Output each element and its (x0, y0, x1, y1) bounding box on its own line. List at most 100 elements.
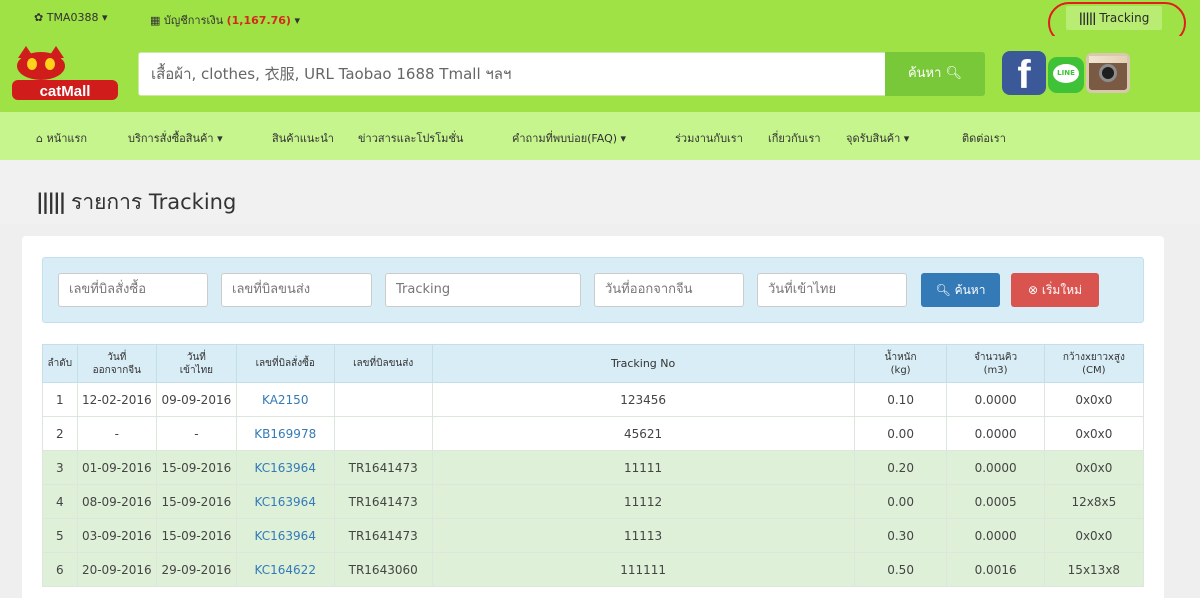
cell-leave-china: 12-02-2016 (76, 382, 158, 417)
site-header: catMall ค้นหา 🔍︎ f LINE (0, 36, 1200, 112)
leave-china-date-input[interactable]: วันที่ออกจากจีน (594, 273, 744, 307)
cell-arrive-thai: 09-09-2016 (156, 382, 237, 417)
cell-arrive-thai: 29-09-2016 (156, 552, 237, 587)
wallet-label: บัญชีการเงิน (163, 14, 224, 27)
order-link[interactable]: KC163964 (255, 529, 316, 543)
cell-weight: 0.50 (853, 552, 948, 587)
cell-weight: 0.00 (853, 416, 948, 451)
barcode-icon: ||||| (36, 190, 66, 214)
nav-item-contact[interactable]: ติดต่อเรา (962, 129, 1006, 147)
cell-shipping-no: TR1641473 (333, 450, 433, 485)
table-row: 4 08-09-2016 15-09-2016 KC163964 TR16414… (42, 484, 1145, 519)
nav-item-careers[interactable]: ร่วมงานกับเรา (675, 129, 743, 147)
col-header-leave-china[interactable]: วันที่ ออกจากจีน (76, 344, 158, 383)
table-row: 6 20-09-2016 29-09-2016 KC164622 TR16430… (42, 552, 1145, 587)
arrive-thai-date-input[interactable]: วันที่เข้าไทย (757, 273, 907, 307)
table-header-row: ลำดับ วันที่ ออกจากจีน วันที่ เข้าไทย เลขท… (42, 344, 1145, 383)
cell-tracking-no: 111111 (431, 552, 855, 587)
cell-dims: 0x0x0 (1043, 518, 1145, 553)
cell-seq: 1 (42, 382, 78, 417)
col-header-seq[interactable]: ลำดับ (42, 344, 78, 383)
order-link[interactable]: KC163964 (255, 461, 316, 475)
cell-leave-china: 01-09-2016 (76, 450, 158, 485)
cell-order-no: KC164622 (235, 552, 335, 587)
col-header-shipping-no[interactable]: เลขที่บิลขนส่ง (333, 344, 433, 383)
cell-dims: 0x0x0 (1043, 450, 1145, 485)
catmall-logo[interactable]: catMall (8, 44, 120, 104)
order-no-input[interactable]: เลขที่บิลสั่งซื้อ (58, 273, 208, 307)
nav-item-faq[interactable]: คำถามที่พบบ่อย(FAQ) ▾ (512, 129, 626, 147)
cell-seq: 5 (42, 518, 78, 553)
table-row: 2 - - KB169978 45621 0.00 0.0000 0x0x0 (42, 416, 1145, 451)
cell-order-no: KA2150 (235, 382, 335, 417)
cell-volume: 0.0005 (946, 484, 1045, 519)
filter-search-button[interactable]: 🔍︎ ค้นหา (921, 273, 1000, 307)
cell-arrive-thai: 15-09-2016 (156, 484, 237, 519)
shipping-no-input[interactable]: เลขที่บิลขนส่ง (221, 273, 372, 307)
nav-item-home[interactable]: ⌂ หน้าแรก (36, 129, 87, 147)
cell-shipping-no: TR1641473 (333, 518, 433, 553)
cell-weight: 0.20 (853, 450, 948, 485)
nav-item-pickup[interactable]: จุดรับสินค้า ▾ (846, 129, 909, 147)
cell-shipping-no (333, 416, 433, 451)
reset-icon: ⊗ (1027, 283, 1039, 297)
order-link[interactable]: KB169978 (254, 427, 316, 441)
cell-volume: 0.0000 (946, 518, 1045, 553)
cell-arrive-thai: - (156, 416, 237, 451)
cell-volume: 0.0000 (946, 450, 1045, 485)
cell-tracking-no: 11111 (431, 450, 855, 485)
nav-item-recommended[interactable]: สินค้าแนะนำ (272, 129, 334, 147)
cell-weight: 0.30 (853, 518, 948, 553)
cell-tracking-no: 123456 (431, 382, 855, 417)
wallet-menu[interactable]: ▦ บัญชีการเงิน (1,167.76) ▾ (150, 11, 300, 29)
tracking-input[interactable]: Tracking (385, 273, 581, 307)
cell-dims: 12x8x5 (1043, 484, 1145, 519)
col-header-tracking-no[interactable]: Tracking No (431, 344, 855, 383)
facebook-icon[interactable]: f (1002, 51, 1046, 97)
line-label: LINE (1053, 64, 1079, 83)
cell-tracking-no: 11113 (431, 518, 855, 553)
line-icon[interactable]: LINE (1048, 57, 1084, 93)
cell-seq: 4 (42, 484, 78, 519)
instagram-icon[interactable] (1086, 53, 1130, 93)
home-icon: ⌂ (36, 132, 43, 145)
search-button[interactable]: ค้นหา 🔍︎ (885, 52, 985, 96)
cell-dims: 15x13x8 (1043, 552, 1145, 587)
col-header-order-no[interactable]: เลขที่บิลสั่งซื้อ (235, 344, 335, 383)
account-id: TMA0388 (46, 11, 99, 24)
nav-item-order-services[interactable]: บริการสั่งซื้อสินค้า ▾ (128, 129, 223, 147)
cell-arrive-thai: 15-09-2016 (156, 450, 237, 485)
col-header-arrive-thai[interactable]: วันที่ เข้าไทย (156, 344, 237, 383)
cell-weight: 0.10 (853, 382, 948, 417)
order-link[interactable]: KC164622 (255, 563, 316, 577)
chevron-down-icon: ▾ (903, 132, 910, 145)
cell-arrive-thai: 15-09-2016 (156, 518, 237, 553)
order-link[interactable]: KA2150 (262, 393, 308, 407)
table-row: 1 12-02-2016 09-09-2016 KA2150 123456 0.… (42, 382, 1145, 417)
col-header-dims[interactable]: กว้างxยาวxสูง (CM) (1043, 344, 1145, 383)
col-header-volume[interactable]: จำนวนคิว (m3) (946, 344, 1045, 383)
tracking-table: ลำดับ วันที่ ออกจากจีน วันที่ เข้าไทย เลขท… (42, 344, 1145, 587)
cell-order-no: KC163964 (235, 450, 335, 485)
col-header-weight[interactable]: น้ำหนัก (kg) (853, 344, 948, 383)
cell-leave-china: - (76, 416, 158, 451)
nav-item-about[interactable]: เกี่ยวกับเรา (768, 129, 821, 147)
cell-shipping-no: TR1643060 (333, 552, 433, 587)
cell-leave-china: 20-09-2016 (76, 552, 158, 587)
order-link[interactable]: KC163964 (255, 495, 316, 509)
nav-item-news[interactable]: ข่าวสารและโปรโมชั่น (358, 129, 463, 147)
cell-volume: 0.0000 (946, 382, 1045, 417)
cell-weight: 0.00 (853, 484, 948, 519)
cell-dims: 0x0x0 (1043, 382, 1145, 417)
cell-volume: 0.0000 (946, 416, 1045, 451)
cell-order-no: KC163964 (235, 484, 335, 519)
filter-reset-button[interactable]: ⊗ เริ่มใหม่ (1011, 273, 1099, 307)
cell-seq: 2 (42, 416, 78, 451)
product-search-input[interactable] (138, 52, 886, 96)
cell-seq: 6 (42, 552, 78, 587)
chevron-down-icon: ▾ (101, 11, 108, 24)
top-account-bar: ✿ TMA0388 ▾ ▦ บัญชีการเงิน (1,167.76) ▾ … (0, 0, 1200, 44)
cell-leave-china: 03-09-2016 (76, 518, 158, 553)
chevron-down-icon: ▾ (217, 132, 223, 145)
account-menu[interactable]: ✿ TMA0388 ▾ (34, 11, 107, 24)
